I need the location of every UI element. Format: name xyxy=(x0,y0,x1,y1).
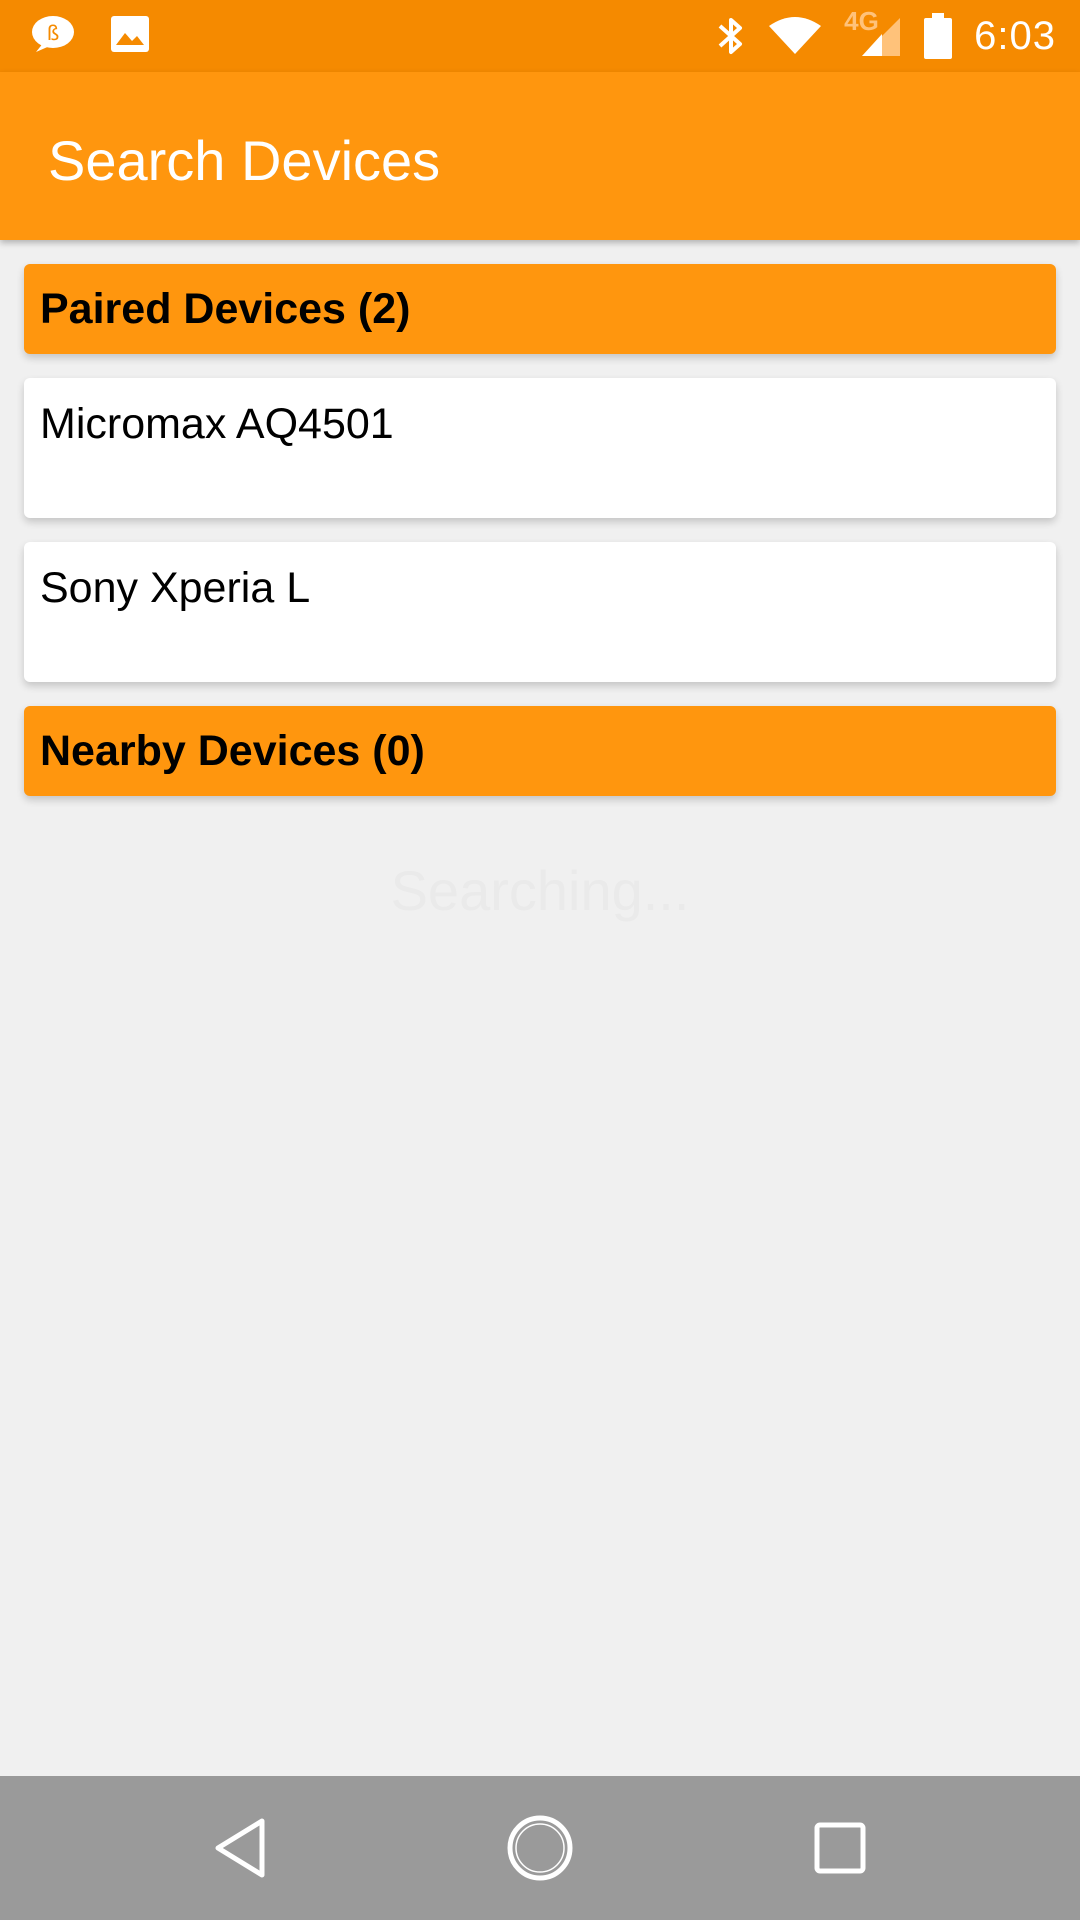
bluetooth-icon xyxy=(716,14,746,58)
screen: ß 4G 6:03 Search Devices Paired Devices … xyxy=(0,0,1080,1920)
app-bar: Search Devices xyxy=(0,72,1080,240)
device-item-sony[interactable]: Sony Xperia L xyxy=(24,542,1056,682)
page-title: Search Devices xyxy=(48,129,441,192)
home-button[interactable] xyxy=(504,1812,576,1884)
battery-icon xyxy=(924,13,953,59)
svg-text:ß: ß xyxy=(47,21,60,45)
nearby-devices-header: Nearby Devices (0) xyxy=(24,706,1056,796)
wifi-icon xyxy=(768,16,822,56)
signal-icon: 4G xyxy=(844,6,902,58)
navigation-bar xyxy=(0,1776,1080,1920)
device-name: Micromax AQ4501 xyxy=(40,400,394,448)
device-item-micromax[interactable]: Micromax AQ4501 xyxy=(24,378,1056,518)
image-icon xyxy=(110,15,150,53)
paired-devices-header: Paired Devices (2) xyxy=(24,264,1056,354)
recents-icon xyxy=(813,1821,867,1875)
searching-status: Searching... xyxy=(390,859,690,922)
back-button[interactable] xyxy=(204,1812,276,1884)
home-icon xyxy=(506,1814,574,1882)
back-icon xyxy=(212,1817,268,1879)
status-bar: ß 4G 6:03 xyxy=(0,0,1080,72)
network-type-label: 4G xyxy=(844,6,879,36)
status-time: 6:03 xyxy=(974,13,1056,58)
chat-icon: ß xyxy=(30,14,76,54)
device-name: Sony Xperia L xyxy=(40,564,311,612)
device-list: Paired Devices (2) Micromax AQ4501 Sony … xyxy=(24,264,1056,796)
recents-button[interactable] xyxy=(804,1812,876,1884)
